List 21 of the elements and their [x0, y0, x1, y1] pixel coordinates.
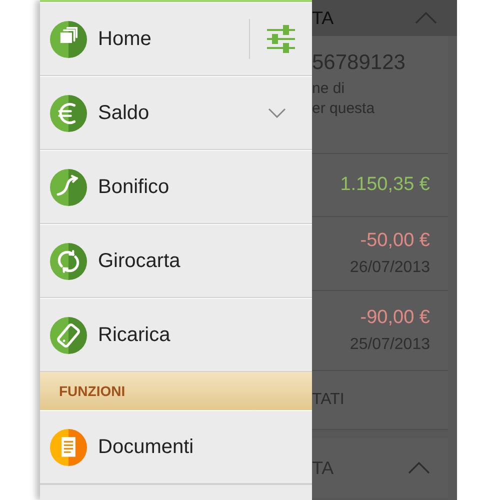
section-title: TA: [312, 6, 334, 30]
transfer-icon: [50, 168, 87, 206]
drawer-item[interactable]: Documenti: [50, 411, 312, 483]
drawer-item[interactable]: Bonifico: [50, 151, 312, 223]
euro-icon: [50, 94, 87, 132]
drawer-item[interactable]: Ricarica: [50, 299, 312, 371]
documents-icon: [50, 428, 87, 466]
section-header: FUNZIONI: [40, 372, 312, 410]
drawer-item[interactable]: Saldo: [50, 77, 252, 149]
chevron-up-icon[interactable]: [415, 12, 437, 24]
phone-icon: [50, 316, 87, 354]
movement-amount: 1.150,35 €: [340, 172, 430, 197]
drawer-item[interactable]: Home: [50, 3, 249, 75]
swap-icon: [50, 242, 87, 280]
chevron-down-icon: [268, 108, 286, 118]
movement-amount: -50,00 €: [360, 229, 430, 254]
chevron-up-icon[interactable]: [408, 462, 430, 474]
home-icon: [50, 20, 87, 58]
sliders-icon: [266, 25, 296, 53]
drawer-item[interactable]: Girocarta: [50, 225, 312, 297]
movement-amount: -90,00 €: [360, 306, 430, 330]
